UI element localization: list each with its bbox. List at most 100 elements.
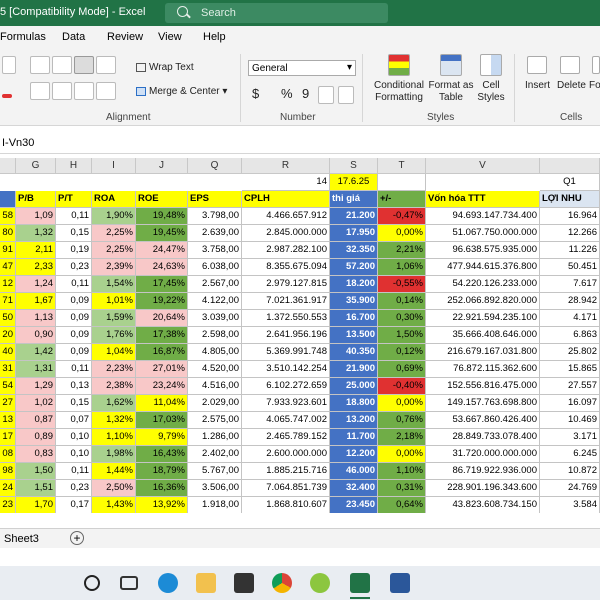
column-header[interactable]: S <box>330 158 378 174</box>
data-cell[interactable]: 1,90% <box>92 208 136 225</box>
column-title[interactable]: EPS <box>188 191 242 208</box>
column-title[interactable]: ROA <box>92 191 136 208</box>
data-cell[interactable]: 0,11 <box>56 208 92 225</box>
indent-icon[interactable] <box>96 82 116 100</box>
row-fragment[interactable]: 50 <box>0 310 16 327</box>
data-cell[interactable]: 1.286,00 <box>188 429 242 446</box>
data-cell[interactable]: 46.000 <box>330 463 378 480</box>
store-icon[interactable] <box>234 573 254 593</box>
data-cell[interactable]: 16.097 <box>540 395 600 412</box>
data-cell[interactable]: 32.400 <box>330 480 378 497</box>
data-cell[interactable]: 0,19 <box>56 242 92 259</box>
data-cell[interactable]: 3.171 <box>540 429 600 446</box>
row-fragment[interactable]: 98 <box>0 463 16 480</box>
column-title[interactable]: ROE <box>136 191 188 208</box>
row-fragment[interactable]: 47 <box>0 259 16 276</box>
data-cell[interactable]: 2.600.000.000 <box>242 446 330 463</box>
percent-button[interactable]: % <box>281 86 293 101</box>
delete-button[interactable]: Delete <box>557 80 586 91</box>
data-cell[interactable]: 2,33 <box>16 259 56 276</box>
column-header[interactable]: R <box>242 158 330 174</box>
data-cell[interactable]: 2.979.127.815 <box>242 276 330 293</box>
task-view-icon[interactable] <box>120 576 138 590</box>
data-cell[interactable]: 4.805,00 <box>188 344 242 361</box>
data-cell[interactable]: 17,45% <box>136 276 188 293</box>
comma-button[interactable]: 9 <box>302 86 309 101</box>
search-box[interactable]: Search <box>165 3 388 23</box>
data-cell[interactable]: 7.021.361.917 <box>242 293 330 310</box>
data-cell[interactable]: 4.516,00 <box>188 378 242 395</box>
column-title[interactable]: Vốn hóa TTT <box>426 191 540 208</box>
data-cell[interactable]: 0,12% <box>378 344 426 361</box>
data-cell[interactable]: 4.122,00 <box>188 293 242 310</box>
data-cell[interactable]: 54.220.126.233.000 <box>426 276 540 293</box>
number-format-dropdown[interactable]: General ▾ <box>248 60 356 76</box>
currency-button[interactable]: $ <box>252 86 259 101</box>
data-cell[interactable]: 0,14% <box>378 293 426 310</box>
format-button[interactable]: Form <box>589 80 600 91</box>
row-fragment[interactable]: 27 <box>0 395 16 412</box>
data-cell[interactable]: 1,29 <box>16 378 56 395</box>
data-cell[interactable]: 1.868.810.607 <box>242 497 330 513</box>
data-cell[interactable]: 152.556.816.475.000 <box>426 378 540 395</box>
align-top-icon[interactable] <box>30 56 50 74</box>
data-cell[interactable]: 2.641.956.196 <box>242 327 330 344</box>
data-cell[interactable]: 21.900 <box>330 361 378 378</box>
data-cell[interactable]: 13.200 <box>330 412 378 429</box>
data-cell[interactable]: 1,02 <box>16 395 56 412</box>
add-sheet-icon[interactable]: + <box>70 531 84 545</box>
data-cell[interactable]: -0,47% <box>378 208 426 225</box>
data-cell[interactable]: 2,21% <box>378 242 426 259</box>
data-cell[interactable]: 2,11 <box>16 242 56 259</box>
data-cell[interactable]: 2,25% <box>92 242 136 259</box>
data-cell[interactable]: 1,43% <box>92 497 136 513</box>
data-cell[interactable]: 1,09 <box>16 208 56 225</box>
data-cell[interactable]: 0,11 <box>56 463 92 480</box>
data-cell[interactable]: 10.872 <box>540 463 600 480</box>
data-cell[interactable]: 25.000 <box>330 378 378 395</box>
data-cell[interactable]: 4.466.657.912 <box>242 208 330 225</box>
data-cell[interactable]: 13.500 <box>330 327 378 344</box>
chrome-icon[interactable] <box>272 573 292 593</box>
data-cell[interactable]: 28.849.733.078.400 <box>426 429 540 446</box>
data-cell[interactable]: 2,38% <box>92 378 136 395</box>
data-cell[interactable]: 25.802 <box>540 344 600 361</box>
data-cell[interactable]: 0,83 <box>16 446 56 463</box>
data-cell[interactable]: 0,23 <box>56 480 92 497</box>
data-cell[interactable]: 1,06% <box>378 259 426 276</box>
data-cell[interactable]: 1,51 <box>16 480 56 497</box>
data-cell[interactable]: 16.700 <box>330 310 378 327</box>
data-cell[interactable]: 1,50 <box>16 463 56 480</box>
data-cell[interactable]: 19,48% <box>136 208 188 225</box>
data-cell[interactable]: 2.567,00 <box>188 276 242 293</box>
data-cell[interactable]: 0,11 <box>56 361 92 378</box>
row-fragment[interactable]: 71 <box>0 293 16 310</box>
column-header[interactable]: Q <box>188 158 242 174</box>
data-cell[interactable]: 7.064.851.739 <box>242 480 330 497</box>
data-cell[interactable]: 19,45% <box>136 225 188 242</box>
data-cell[interactable]: 0,07 <box>56 412 92 429</box>
data-cell[interactable]: 1,01% <box>92 293 136 310</box>
row-marker[interactable] <box>0 191 16 208</box>
data-cell[interactable]: 2.598,00 <box>188 327 242 344</box>
row-fragment[interactable]: 58 <box>0 208 16 225</box>
data-cell[interactable]: 0,69% <box>378 361 426 378</box>
row-fragment[interactable]: 12 <box>0 276 16 293</box>
data-cell[interactable]: 22.921.594.235.100 <box>426 310 540 327</box>
data-cell[interactable]: 3.584 <box>540 497 600 513</box>
data-cell[interactable]: 0,11 <box>56 276 92 293</box>
date-offset-cell[interactable]: 14 <box>242 174 330 191</box>
empty-cell[interactable] <box>378 174 426 191</box>
data-cell[interactable]: 1.885.215.716 <box>242 463 330 480</box>
data-cell[interactable]: 31.720.000.000.000 <box>426 446 540 463</box>
data-cell[interactable]: -0,55% <box>378 276 426 293</box>
column-header[interactable] <box>0 158 16 174</box>
data-cell[interactable]: 2,23% <box>92 361 136 378</box>
data-cell[interactable]: 24,47% <box>136 242 188 259</box>
data-cell[interactable]: 0,23 <box>56 259 92 276</box>
data-cell[interactable]: 2,50% <box>92 480 136 497</box>
data-cell[interactable]: 51.067.750.000.000 <box>426 225 540 242</box>
format-as-table-icon[interactable] <box>440 54 462 76</box>
data-cell[interactable]: 3.798,00 <box>188 208 242 225</box>
data-cell[interactable]: 20,64% <box>136 310 188 327</box>
